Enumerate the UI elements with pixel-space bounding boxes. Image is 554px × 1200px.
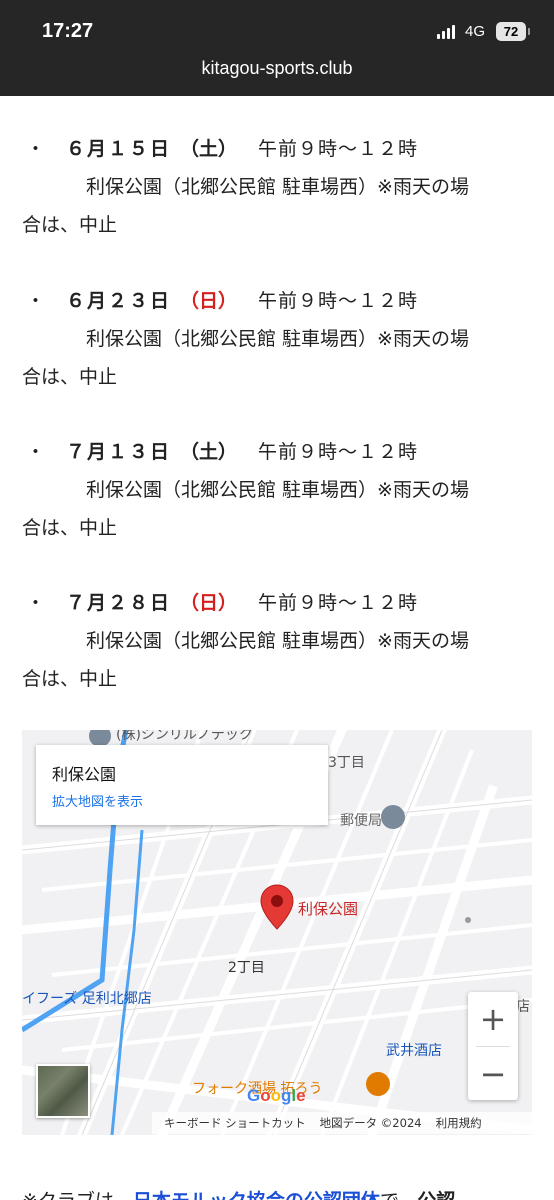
bullet: ・ — [26, 441, 46, 463]
association-link[interactable]: 日本モルック協会の公認団体 — [133, 1190, 380, 1200]
club-info-middle: で、 — [380, 1190, 417, 1200]
map-pin-label: 利保公園 — [298, 900, 359, 918]
entry-day-of-week: （土） — [180, 138, 238, 160]
entry-time: 午前９時～１２時 — [258, 592, 419, 614]
url-bar[interactable]: kitagou-sports.club — [0, 58, 554, 79]
place-name: 利保公園 — [52, 765, 117, 784]
entry-time: 午前９時～１２時 — [258, 138, 419, 160]
zoom-out-button[interactable]: − — [468, 1047, 518, 1100]
entry-day-of-week: （日） — [180, 592, 238, 614]
top-bar: 17:27 4G 72 kitagou-sports.club — [0, 0, 554, 96]
map-label-company: (株)シンリルノテック — [116, 730, 253, 743]
map-attribution: キーボード ショートカット 地図データ ©2024 利用規約 — [152, 1112, 532, 1134]
place-info-card: 利保公園 拡大地図を表示 — [36, 745, 328, 825]
battery-icon: 72 — [496, 22, 530, 41]
entry-day-of-week: （土） — [180, 441, 238, 463]
bullet: ・ — [26, 592, 46, 614]
zoom-controls: + − — [468, 992, 518, 1100]
entry-place: 利保公園（北郷公民館 駐車場西）※雨天の場 — [86, 176, 469, 198]
bullet: ・ — [26, 138, 46, 160]
club-info-text: ※クラブは、日本モルック協会の公認団体で、公認 — [22, 1186, 455, 1200]
entry-date: ７月１３日 — [66, 441, 172, 463]
entry-place: 利保公園（北郷公民館 駐車場西）※雨天の場 — [86, 479, 469, 501]
view-larger-map-link[interactable]: 拡大地図を表示 — [52, 791, 143, 810]
entry-note: 合は、中止 — [22, 668, 118, 690]
zoom-in-button[interactable]: + — [468, 992, 518, 1045]
map-label-chome2: 2丁目 — [228, 960, 265, 976]
entry-place: 利保公園（北郷公民館 駐車場西）※雨天の場 — [86, 328, 469, 350]
map-label-post-office: 郵便局 — [340, 813, 382, 829]
map-label-chome3: 3丁目 — [328, 755, 365, 771]
status-time: 17:27 — [42, 20, 94, 42]
terms-link[interactable]: 利用規約 — [436, 1115, 482, 1131]
bullet: ・ — [26, 290, 46, 312]
entry-note: 合は、中止 — [22, 214, 118, 236]
map-label-edge: 店 — [516, 999, 530, 1015]
entry-note: 合は、中止 — [22, 517, 118, 539]
entry-date: ６月２３日 — [66, 290, 172, 312]
keyboard-shortcuts-link[interactable]: キーボード ショートカット — [164, 1115, 306, 1131]
entry-place: 利保公園（北郷公民館 駐車場西）※雨天の場 — [86, 630, 469, 652]
club-info-prefix: ※クラブは、 — [22, 1190, 133, 1200]
entry-day-of-week: （日） — [180, 290, 238, 312]
entry-note: 合は、中止 — [22, 366, 118, 388]
club-info-bold: 公認 — [417, 1190, 455, 1200]
location-pin-icon[interactable] — [260, 884, 294, 934]
entry-date: ７月２８日 — [66, 592, 172, 614]
signal-icon — [437, 25, 455, 39]
map-label-store: イフーズ 足利北郷店 — [22, 991, 152, 1007]
entry-time: 午前９時～１２時 — [258, 441, 419, 463]
satellite-toggle[interactable] — [36, 1064, 90, 1118]
map-label-liquor: 武井酒店 — [386, 1043, 442, 1059]
google-logo: Google — [247, 1086, 306, 1105]
network-type: 4G — [465, 23, 486, 40]
entry-time: 午前９時～１２時 — [258, 290, 419, 312]
embedded-map[interactable]: (株)シンリルノテック 3丁目 郵便局 2丁目 イフーズ 足利北郷店 武井酒店 … — [22, 730, 532, 1135]
map-data-text: 地図データ ©2024 — [319, 1116, 422, 1130]
entry-date: ６月１５日 — [66, 138, 172, 160]
